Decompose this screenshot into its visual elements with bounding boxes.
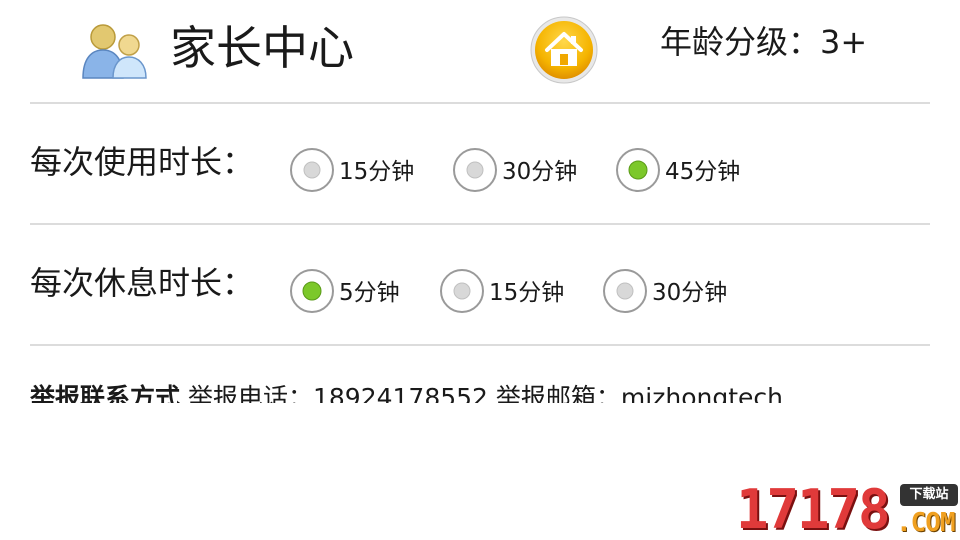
report-email: mizhongtech <box>620 383 783 403</box>
radio-unchecked-icon[interactable] <box>452 147 498 193</box>
radio-unchecked-icon[interactable] <box>439 268 485 314</box>
rest-option-5[interactable]: 5分钟 <box>289 268 400 314</box>
divider <box>30 344 930 346</box>
watermark-logo: 17178 下载站 .COM <box>736 482 958 538</box>
watermark-badge: 下载站 <box>900 484 958 506</box>
report-phone-label: 举报电话： <box>187 383 313 403</box>
rest-option-label: 30分钟 <box>652 280 728 306</box>
age-rating: 年龄分级：3+ <box>660 23 868 61</box>
report-line: 举报联系方式 举报电话：18924178552 举报邮箱：mizhongtech <box>30 378 930 403</box>
rest-option-15[interactable]: 15分钟 <box>439 268 564 314</box>
report-email-label: 举报邮箱： <box>495 383 621 403</box>
radio-unchecked-icon[interactable] <box>289 147 335 193</box>
home-button[interactable] <box>529 15 599 85</box>
page-title: 家长中心 <box>170 21 354 75</box>
usage-option-15[interactable]: 15分钟 <box>289 147 414 193</box>
rest-option-label: 15分钟 <box>489 280 565 306</box>
divider <box>30 223 930 225</box>
usage-option-label: 45分钟 <box>665 159 741 185</box>
radio-unchecked-icon[interactable] <box>602 268 648 314</box>
usage-option-label: 15分钟 <box>339 159 415 185</box>
watermark-digits: 17178 <box>736 478 891 540</box>
usage-option-30[interactable]: 30分钟 <box>452 147 577 193</box>
parents-icon <box>82 24 147 79</box>
rest-option-label: 5分钟 <box>339 280 400 306</box>
watermark-domain: .COM <box>896 508 956 538</box>
header: 家长中心 年龄分级：3+ <box>0 0 960 102</box>
home-icon <box>530 16 598 84</box>
radio-checked-icon[interactable] <box>615 147 661 193</box>
divider <box>30 102 930 104</box>
usage-option-45[interactable]: 45分钟 <box>615 147 740 193</box>
radio-checked-icon[interactable] <box>289 268 335 314</box>
report-phone: 18924178552 <box>312 383 488 403</box>
rest-option-30[interactable]: 30分钟 <box>602 268 727 314</box>
report-heading: 举报联系方式 <box>30 383 181 403</box>
usage-duration-label: 每次使用时长： <box>30 143 255 181</box>
usage-option-label: 30分钟 <box>502 159 578 185</box>
rest-duration-label: 每次休息时长： <box>30 264 255 302</box>
report-contact: 举报联系方式 举报电话：18924178552 举报邮箱：mizhongtech <box>30 378 930 403</box>
